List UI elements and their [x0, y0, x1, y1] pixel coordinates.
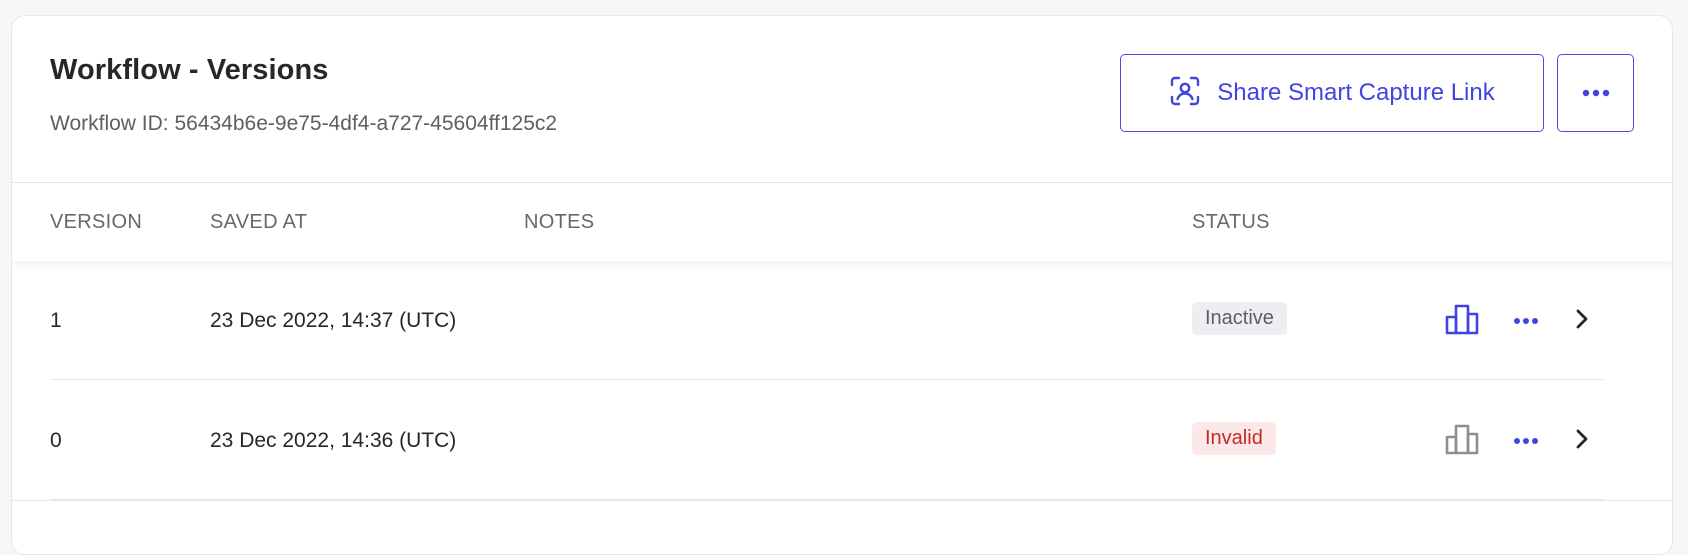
workflow-more-button[interactable] — [1557, 54, 1634, 132]
versions-card: Workflow - Versions Workflow ID: 56434b6… — [11, 15, 1673, 555]
bar-chart-icon — [1445, 303, 1479, 340]
chevron-right-icon — [1575, 308, 1589, 335]
row-more-button[interactable] — [1506, 301, 1546, 341]
more-horizontal-icon — [1513, 432, 1539, 450]
saved-at-cell: 23 Dec 2022, 14:37 (UTC) — [210, 309, 457, 332]
column-header-notes: NOTES — [524, 211, 595, 233]
table-divider — [12, 500, 1672, 501]
table-header: VERSION SAVED AT NOTES STATUS — [12, 184, 1672, 261]
status-badge: Inactive — [1192, 302, 1287, 335]
version-cell: 0 — [50, 429, 62, 452]
row-open-button[interactable] — [1562, 421, 1602, 461]
more-horizontal-icon — [1582, 84, 1610, 102]
table-row[interactable]: 0 23 Dec 2022, 14:36 (UTC) Invalid — [50, 381, 1604, 500]
chevron-right-icon — [1575, 428, 1589, 455]
status-badge: Invalid — [1192, 422, 1276, 455]
analytics-button[interactable] — [1442, 301, 1482, 341]
more-horizontal-icon — [1513, 312, 1539, 330]
workflow-id: Workflow ID: 56434b6e-9e75-4df4-a727-456… — [50, 112, 558, 135]
bar-chart-icon — [1445, 423, 1479, 460]
version-cell: 1 — [50, 309, 62, 332]
column-header-status: STATUS — [1192, 211, 1270, 233]
card-header: Workflow - Versions Workflow ID: 56434b6… — [12, 16, 1672, 183]
analytics-button[interactable] — [1442, 421, 1482, 461]
scan-user-icon — [1169, 75, 1201, 112]
row-more-button[interactable] — [1506, 421, 1546, 461]
table-row[interactable]: 1 23 Dec 2022, 14:37 (UTC) Inactive — [50, 261, 1604, 380]
share-button-label: Share Smart Capture Link — [1217, 79, 1495, 106]
row-open-button[interactable] — [1562, 301, 1602, 341]
page-title: Workflow - Versions — [50, 54, 329, 86]
share-smart-capture-link-button[interactable]: Share Smart Capture Link — [1120, 54, 1544, 132]
column-header-saved-at: SAVED AT — [210, 211, 308, 233]
column-header-version: VERSION — [50, 211, 143, 233]
saved-at-cell: 23 Dec 2022, 14:36 (UTC) — [210, 429, 457, 452]
